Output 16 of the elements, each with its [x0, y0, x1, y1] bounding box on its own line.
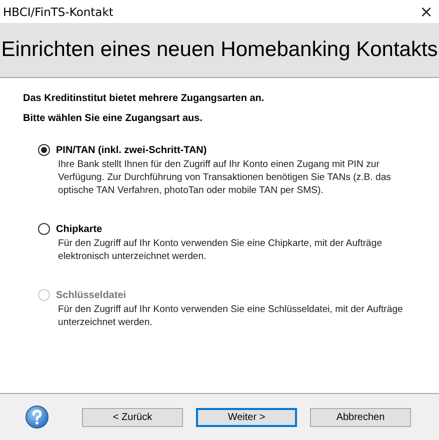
close-button[interactable]: ×	[414, 0, 439, 23]
help-icon[interactable]	[25, 405, 49, 429]
radio-button[interactable]	[38, 144, 50, 156]
instruction-text: Das Kreditinstitut bietet mehrere Zugangsarten an.	[23, 92, 266, 106]
option-description: Für den Zugriff auf Ihr Konto verwenden Sie eine Schlüsseldatei, mit der Aufträge unterzeichnet werden.	[58, 303, 404, 329]
radio-button[interactable]	[38, 223, 50, 235]
wizard-button[interactable]: < Zurück	[82, 408, 183, 426]
header-title: Einrichten eines neuen Homebanking Kontakts	[1, 38, 438, 62]
wizard-button[interactable]: Weiter >	[196, 408, 297, 426]
wizard-button[interactable]: Abbrechen	[310, 408, 411, 426]
option-label[interactable]: Chipkarte	[56, 224, 102, 234]
option-label[interactable]: PIN/TAN (inkl. zwei-Schritt-TAN)	[56, 144, 207, 156]
instruction-text: Bitte wählen Sie eine Zugangsart aus.	[23, 112, 204, 126]
window-title: HBCI/FinTS-Kontakt	[3, 4, 114, 18]
option-description: Für den Zugriff auf Ihr Konto verwenden Sie eine Chipkarte, mit der Aufträge elektronisch unterzeichnet werden.	[58, 237, 384, 263]
option-description: Ihre Bank stellt Ihnen für den Zugriff auf Ihr Konto einen Zugang mit PIN zur Verfügung. Zur Durchführung von Transaktionen benötigen Sie TANs (z.B. das optische TAN Verfahren, photoTan oder mobile TAN per SMS).	[58, 158, 392, 197]
